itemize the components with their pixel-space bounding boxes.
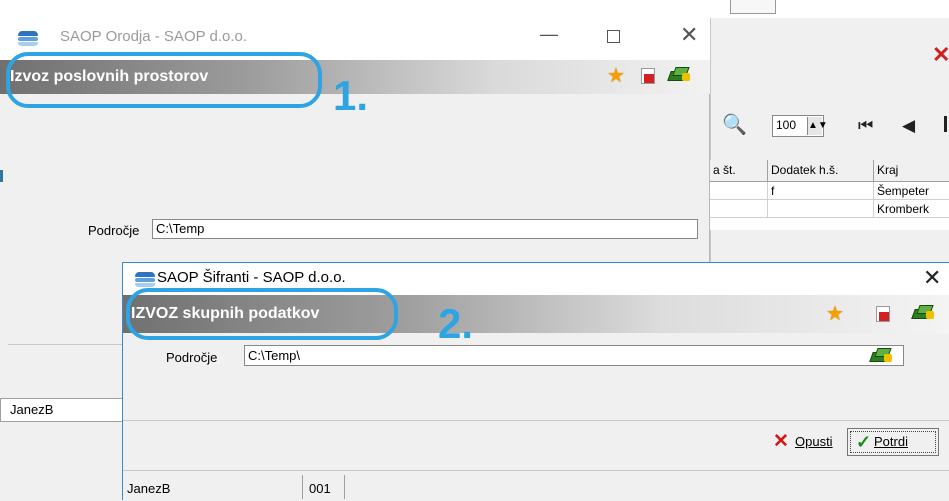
- table-cell[interactable]: [710, 200, 768, 218]
- status-code: 001: [309, 481, 331, 496]
- search-icon[interactable]: 🔍: [722, 112, 747, 137]
- zoom-spinner-icon[interactable]: ▲▼: [807, 117, 828, 135]
- close-icon[interactable]: ✕: [923, 265, 941, 291]
- background-app-panel: [710, 18, 949, 280]
- area-path-input[interactable]: C:\Temp\: [244, 345, 904, 366]
- previous-record-icon[interactable]: ◀: [902, 116, 915, 136]
- first-record-icon[interactable]: ⏮: [858, 116, 873, 136]
- minimize-icon[interactable]: —: [540, 24, 558, 45]
- confirm-button[interactable]: ✓ Potrdi: [847, 428, 939, 456]
- column-header[interactable]: Dodatek h.š.: [768, 160, 874, 182]
- callout-outline-2: [126, 288, 398, 340]
- table-cell[interactable]: f: [768, 182, 874, 200]
- next-record-icon[interactable]: [944, 116, 947, 132]
- star-icon[interactable]: ★: [826, 301, 844, 326]
- checkmark-icon: ✓: [856, 432, 872, 452]
- area-label: Področje: [88, 223, 140, 238]
- close-icon[interactable]: ✕: [680, 22, 698, 48]
- table-cell[interactable]: [768, 200, 874, 218]
- status-user: JanezB: [127, 481, 171, 496]
- saop-logo-icon: [18, 31, 38, 47]
- table-cell[interactable]: Šempeter: [874, 182, 949, 200]
- divider: [123, 420, 949, 421]
- background-close-icon[interactable]: ✕: [932, 42, 949, 68]
- table-cell[interactable]: Kromberk: [874, 200, 949, 218]
- button-bar: [8, 344, 125, 372]
- area-label: Področje: [166, 350, 218, 365]
- folder-browse-icon[interactable]: [869, 347, 892, 363]
- area-path-input[interactable]: C:\Temp: [152, 219, 698, 239]
- callout-number-1: 1.: [333, 72, 369, 119]
- status-user: JanezB: [10, 402, 54, 417]
- cancel-button[interactable]: ✕ Opusti: [769, 428, 837, 456]
- table-cell[interactable]: [710, 182, 768, 200]
- maximize-icon[interactable]: [607, 30, 620, 43]
- column-header[interactable]: a št.: [710, 160, 768, 182]
- star-icon[interactable]: ★: [607, 63, 625, 88]
- data-grid: a št. Dodatek h.š. Kraj f Šempeter Kromb…: [710, 160, 949, 230]
- close-document-icon[interactable]: [641, 68, 655, 84]
- close-document-icon[interactable]: [876, 306, 890, 322]
- window-edge-marker: [0, 170, 3, 182]
- saop-logo-icon: [135, 272, 155, 288]
- help-book-icon[interactable]: [911, 304, 934, 320]
- cancel-label: Opusti: [795, 434, 833, 449]
- help-book-icon[interactable]: [667, 66, 690, 82]
- column-header[interactable]: Kraj: [874, 160, 949, 182]
- cancel-icon: ✕: [773, 431, 789, 452]
- callout-outline-1: [6, 52, 322, 108]
- window-title: SAOP Orodja - SAOP d.o.o.: [60, 28, 248, 45]
- background-toolbar-box: [730, 0, 776, 14]
- background-top-strip: [0, 0, 949, 18]
- window-title: SAOP Šifranti - SAOP d.o.o.: [157, 269, 346, 286]
- confirm-label: Potrdi: [874, 434, 908, 449]
- callout-number-2: 2.: [438, 300, 474, 347]
